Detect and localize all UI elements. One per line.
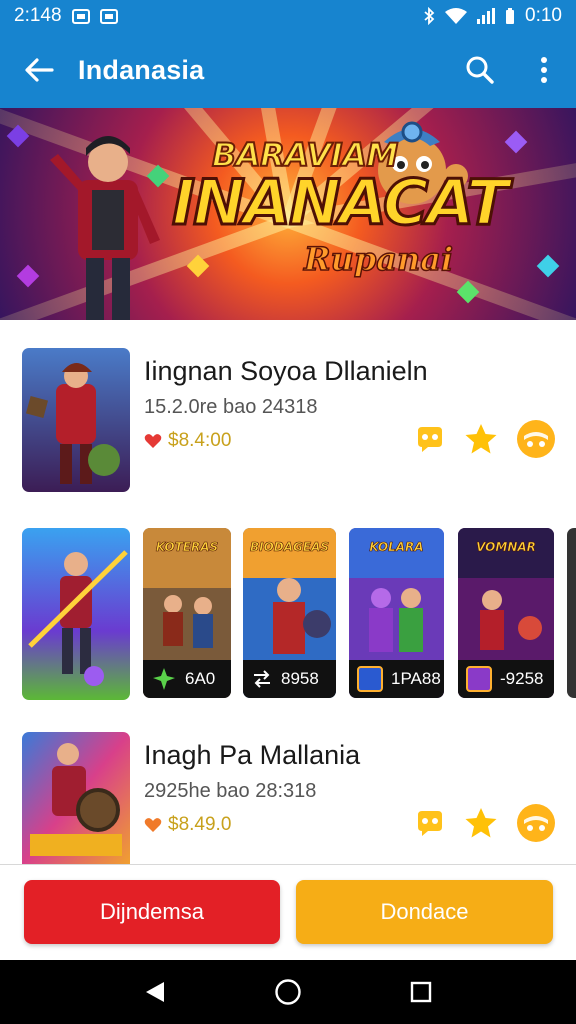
system-nav-bar xyxy=(0,960,576,1024)
primary-action-button[interactable]: Dijndemsa xyxy=(24,880,280,944)
more-options-button[interactable] xyxy=(512,32,576,108)
carousel-tile[interactable] xyxy=(567,528,576,698)
more-vert-icon xyxy=(541,57,547,83)
chat-icon xyxy=(418,427,442,452)
home-circle-icon xyxy=(275,979,301,1005)
carousel-tile[interactable]: BIODAGEAS 8958 xyxy=(243,528,336,698)
app-bar: Indanasia xyxy=(0,32,576,108)
tile-caption-text: -9258 xyxy=(500,669,544,688)
game-meta: 2925he bao 28:318 xyxy=(144,780,317,802)
tile-caption-text: 6A0 xyxy=(185,669,216,688)
favorite-button[interactable] xyxy=(464,807,498,839)
game-thumbnail xyxy=(22,348,130,492)
tile-title: BIODAGEAS xyxy=(249,540,330,554)
banner-headline: INANACAT xyxy=(171,165,511,241)
tile-caption: -9258 xyxy=(458,660,554,698)
heart-icon xyxy=(144,818,162,832)
status-clock: 0:10 xyxy=(525,5,562,26)
chat-button[interactable] xyxy=(414,425,446,453)
game-thumbnail xyxy=(22,732,130,864)
star-icon xyxy=(465,808,497,838)
nav-home-button[interactable] xyxy=(264,968,312,1016)
notification-box-icon xyxy=(71,8,90,24)
tile-caption-text: 8958 xyxy=(281,669,319,688)
tile-title: KOTERAS xyxy=(155,540,219,554)
carousel-tile[interactable]: KOLARA 1PA88 xyxy=(349,528,444,698)
battery-icon xyxy=(506,8,515,24)
game-title: Iingnan Soyoa Dllanieln xyxy=(144,356,428,386)
notification-box-icon xyxy=(99,8,118,24)
game-title: Inagh Pa Mallania xyxy=(144,740,361,770)
tile-caption: 6A0 xyxy=(143,660,231,698)
tile-title: VOMNAR xyxy=(476,540,536,554)
leaf-icon xyxy=(153,668,175,690)
nav-back-button[interactable] xyxy=(131,968,179,1016)
tile-artwork xyxy=(22,528,130,700)
tile-caption-text: 1PA88 xyxy=(391,669,441,688)
coin-icon xyxy=(517,420,555,458)
chat-button[interactable] xyxy=(414,809,446,837)
tile-thumb-icon xyxy=(357,666,383,692)
carousel-tile[interactable]: KOTERAS 6A0 xyxy=(143,528,231,698)
signal-icon xyxy=(477,8,496,24)
chat-icon xyxy=(418,811,442,836)
game-meta: 15.2.0re bao 24318 xyxy=(144,396,318,418)
swap-icon xyxy=(254,670,270,688)
tile-title: KOLARA xyxy=(369,540,424,554)
game-carousel[interactable]: KOTERAS 6A0 BIODAGEAS 8958 KOLARA 1PA88 … xyxy=(22,528,576,700)
coin-button[interactable] xyxy=(516,802,556,844)
hero-character-image xyxy=(50,136,160,320)
secondary-action-button[interactable]: Dondace xyxy=(296,880,553,944)
nav-recents-button[interactable] xyxy=(397,968,445,1016)
back-triangle-icon xyxy=(145,982,164,1002)
app-title: Indanasia xyxy=(78,54,205,85)
star-icon xyxy=(465,424,497,454)
game-price: $8.4:00 xyxy=(144,430,231,452)
coin-button[interactable] xyxy=(516,418,556,460)
search-button[interactable] xyxy=(448,32,512,108)
status-time: 2:148 xyxy=(14,5,62,26)
bluetooth-icon xyxy=(424,7,435,25)
game-price: $8.49.0 xyxy=(144,814,231,836)
search-icon xyxy=(466,56,494,84)
divider xyxy=(0,864,576,865)
gem-icon xyxy=(536,254,560,278)
carousel-tile[interactable]: VOMNAR -9258 xyxy=(458,528,554,698)
wifi-icon xyxy=(445,8,468,24)
gem-icon xyxy=(16,264,40,288)
game-price-value: $8.4:00 xyxy=(168,430,232,451)
heart-icon xyxy=(144,434,162,448)
carousel-tile[interactable] xyxy=(22,528,130,700)
favorite-button[interactable] xyxy=(464,423,498,455)
back-button[interactable] xyxy=(0,32,78,108)
banner-subtitle: Rupanai xyxy=(303,239,454,279)
coin-icon xyxy=(517,804,555,842)
status-bar: 2:148 0:10 xyxy=(0,0,576,32)
game-price-value: $8.49.0 xyxy=(168,814,232,835)
tile-caption: 8958 xyxy=(243,660,336,698)
game-list-item[interactable]: Iingnan Soyoa Dllanieln 15.2.0re bao 243… xyxy=(22,348,562,492)
promo-banner[interactable]: BARAVIAM INANACAT Rupanai xyxy=(0,108,576,320)
tile-thumb-icon xyxy=(466,666,492,692)
recents-square-icon xyxy=(411,981,432,1003)
gem-icon xyxy=(504,130,528,154)
back-arrow-icon xyxy=(25,58,54,82)
game-list-item[interactable]: Inagh Pa Mallania 2925he bao 28:318 $8.4… xyxy=(22,732,562,864)
tile-caption: 1PA88 xyxy=(349,660,444,698)
